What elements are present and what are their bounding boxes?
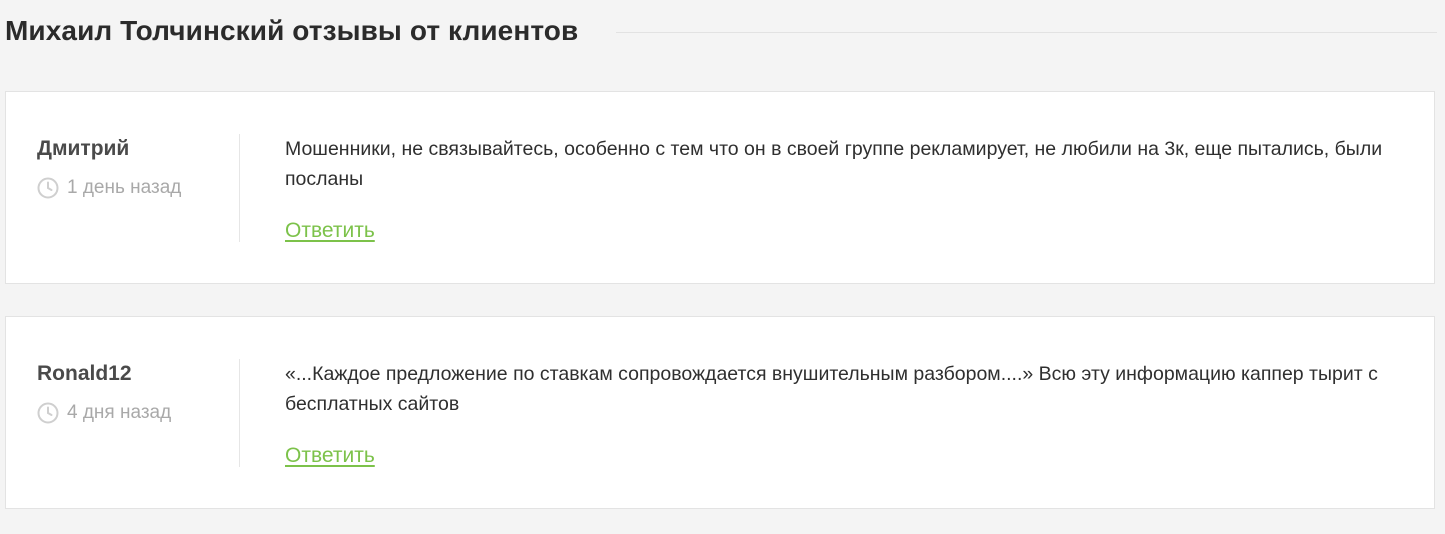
review-body: Мошенники, не связывайтесь, особенно с т… — [285, 134, 1395, 244]
clock-icon — [37, 177, 59, 199]
review-divider — [239, 134, 240, 242]
review-author-block: Дмитрий 1 день назад — [37, 136, 237, 200]
review-divider — [239, 359, 240, 467]
review-date: 4 дня назад — [37, 401, 237, 425]
review-date-text: 4 дня назад — [67, 402, 172, 423]
review-card: Дмитрий 1 день назад Мошенники, не связы… — [5, 91, 1435, 284]
review-author-block: Ronald12 4 дня назад — [37, 361, 237, 425]
title-divider — [616, 31, 1437, 33]
page-title: Михаил Толчинский отзывы от клиентов — [5, 15, 579, 46]
reply-link[interactable]: Ответить — [285, 443, 375, 469]
review-card: Ronald12 4 дня назад «...Каждое предложе… — [5, 316, 1435, 509]
page-header: Михаил Толчинский отзывы от клиентов — [5, 6, 1437, 56]
review-author-name: Ronald12 — [37, 362, 132, 385]
clock-icon — [37, 402, 59, 424]
reply-link[interactable]: Ответить — [285, 218, 375, 244]
review-body: «...Каждое предложение по ставкам сопров… — [285, 359, 1395, 469]
review-text: Мошенники, не связывайтесь, особенно с т… — [285, 138, 1383, 190]
review-date-text: 1 день назад — [67, 177, 182, 198]
review-date: 1 день назад — [37, 176, 237, 200]
review-author-name: Дмитрий — [37, 137, 130, 160]
review-text: «...Каждое предложение по ставкам сопров… — [285, 363, 1378, 415]
